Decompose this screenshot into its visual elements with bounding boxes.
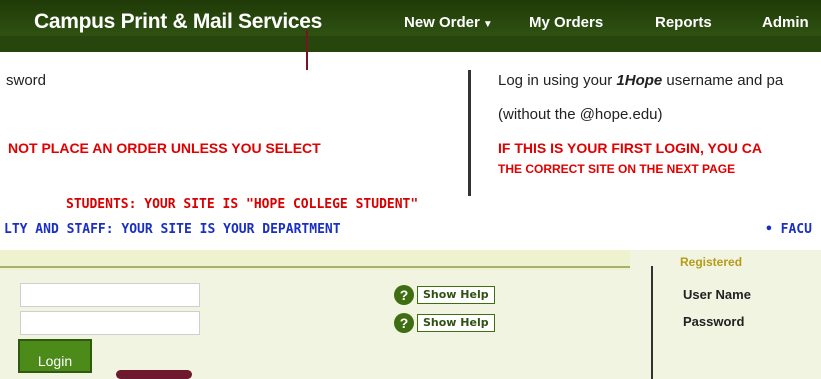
- faculty-site-note: LTY AND STAFF: YOUR SITE IS YOUR DEPARTM…: [4, 222, 341, 237]
- first-login-warning: IF THIS IS YOUR FIRST LOGIN, YOU CA: [498, 140, 762, 156]
- chevron-down-icon: ▼: [482, 19, 493, 30]
- brand-link[interactable]: Campus Print & Mail Services: [34, 10, 322, 34]
- scroll-handle[interactable]: [116, 370, 192, 379]
- faculty-bullet-note: • FACU: [765, 222, 812, 237]
- user-name-label: User Name: [683, 287, 751, 302]
- nav-new-order[interactable]: New Order ▼: [404, 14, 493, 31]
- nav-my-orders[interactable]: My Orders: [529, 14, 603, 31]
- username-input[interactable]: [20, 283, 200, 307]
- login-instruction-note: (without the @hope.edu): [498, 106, 663, 123]
- column-divider: [468, 70, 471, 196]
- nav-reports[interactable]: Reports: [655, 14, 712, 31]
- students-site-note: STUDENTS: YOUR SITE IS "HOPE COLLEGE STU…: [66, 197, 419, 212]
- login-button[interactable]: Login: [18, 339, 92, 373]
- nav-divider: [306, 30, 308, 70]
- registered-heading: Registered: [680, 255, 743, 269]
- login-instruction-post: username and pa: [662, 72, 784, 89]
- panel-divider: [651, 266, 653, 379]
- password-label: Password: [683, 314, 745, 329]
- login-instruction-pre: Log in using your: [498, 72, 617, 89]
- nav-admin[interactable]: Admin: [762, 14, 809, 31]
- help-icon[interactable]: ?: [394, 285, 414, 305]
- login-instruction: Log in using your 1Hope username and pa: [498, 72, 783, 89]
- help-icon[interactable]: ?: [394, 313, 414, 333]
- login-panel-header-rule: [0, 266, 630, 268]
- password-input[interactable]: [20, 311, 200, 335]
- show-help-button[interactable]: Show Help: [417, 314, 495, 332]
- left-password-text: sword: [6, 72, 47, 89]
- nav-new-order-label: New Order: [404, 14, 480, 31]
- first-login-warning-cont: THE CORRECT SITE ON THE NEXT PAGE: [498, 162, 736, 176]
- login-instruction-em: 1Hope: [616, 72, 663, 89]
- navbar-lower-band: [0, 36, 821, 52]
- order-warning: NOT PLACE AN ORDER UNLESS YOU SELECT: [8, 140, 321, 156]
- show-help-button[interactable]: Show Help: [417, 286, 495, 304]
